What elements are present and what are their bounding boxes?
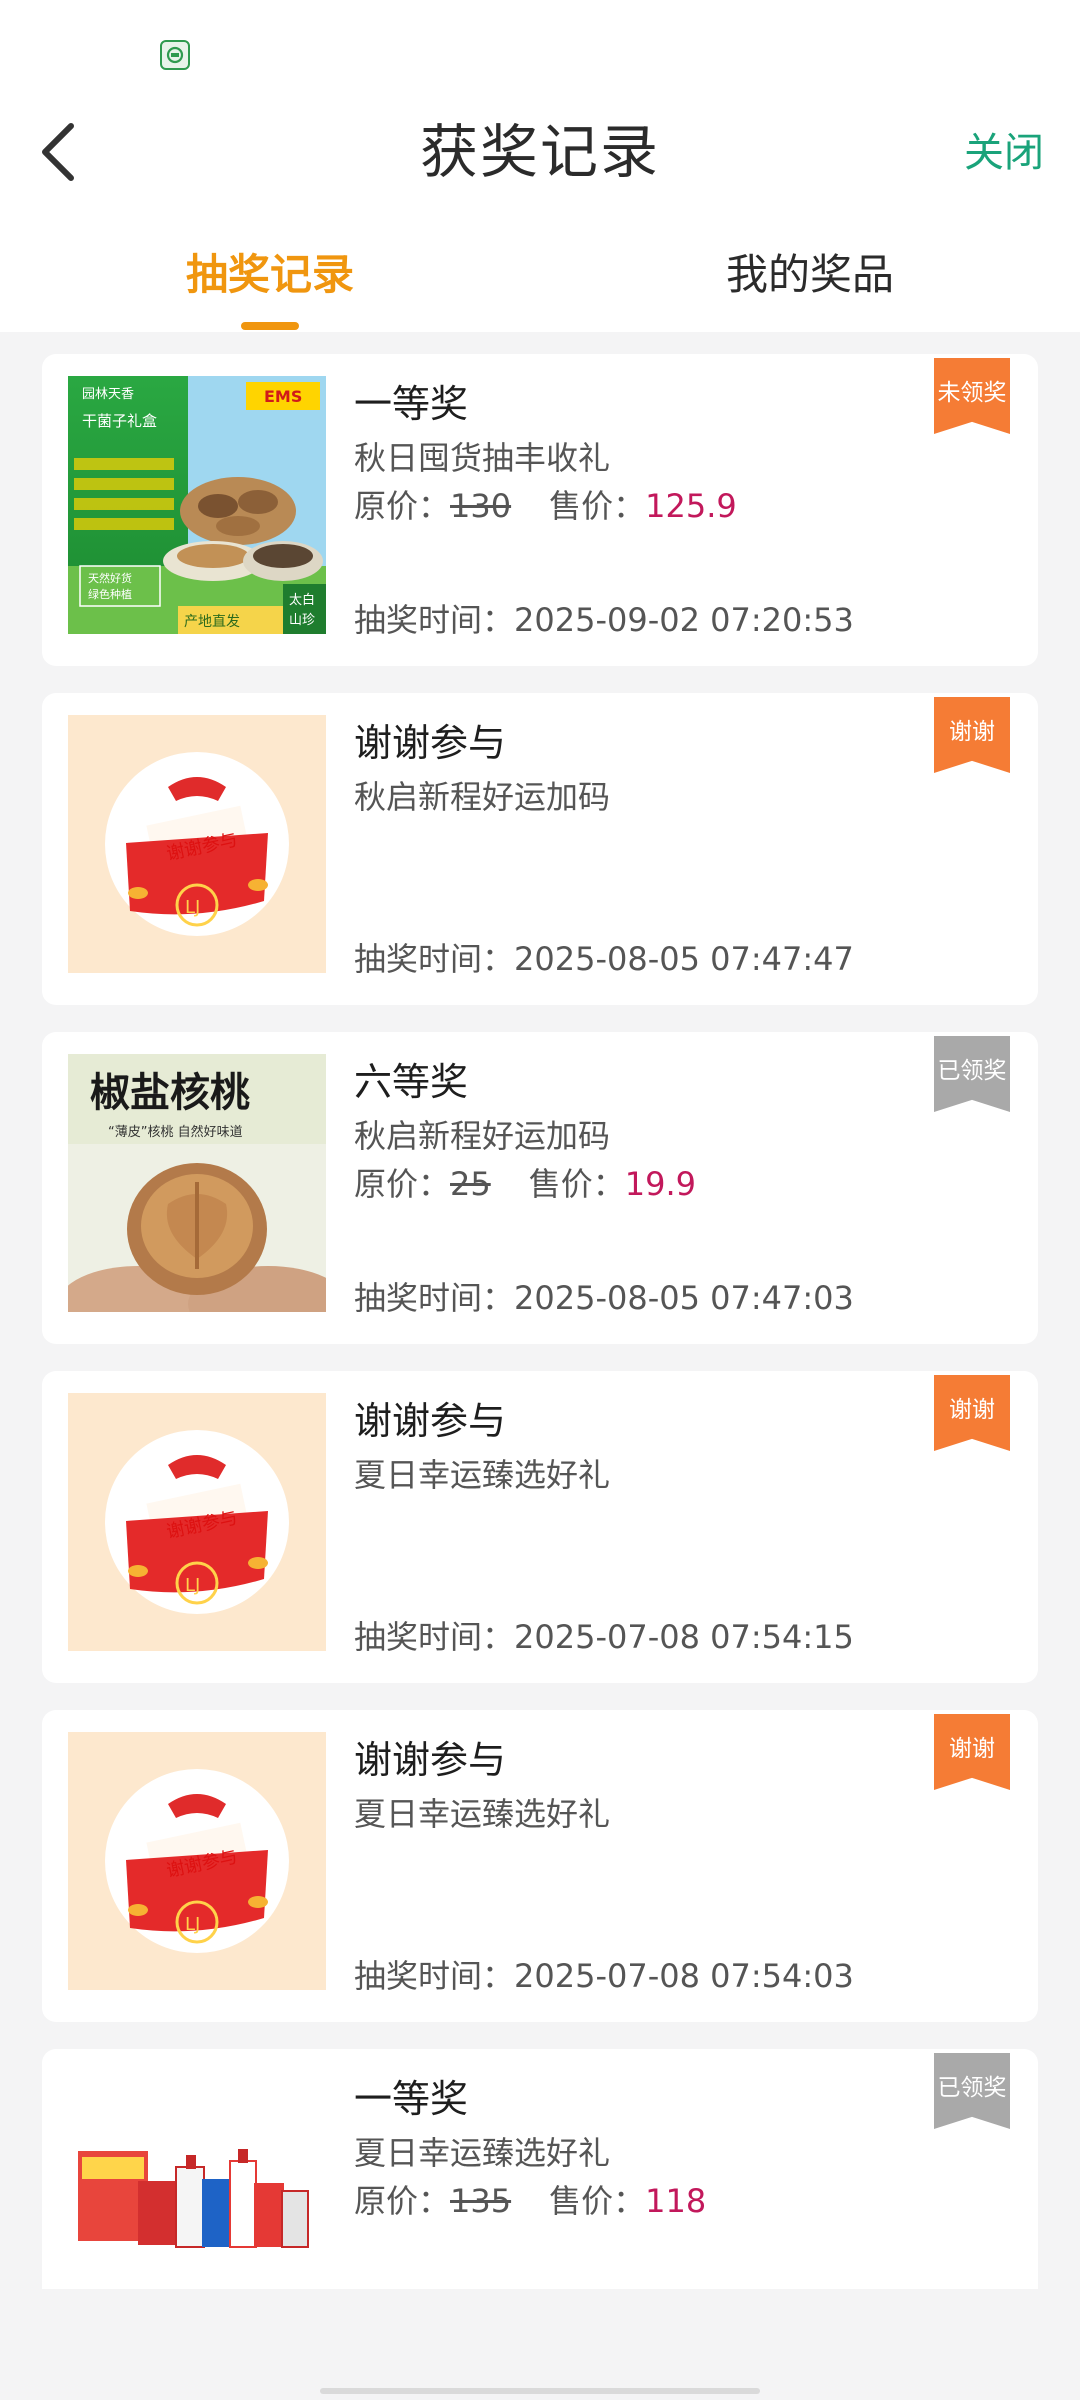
status-badge: 谢谢 xyxy=(934,1375,1010,1451)
activity-name: 秋启新程好运加码 xyxy=(354,1117,611,1155)
product-image-thanks-envelope: 谢谢参与 LJ xyxy=(68,715,326,973)
home-indicator[interactable] xyxy=(320,2388,760,2394)
draw-time: 抽奖时间：2025-09-02 07:20:53 xyxy=(354,598,854,642)
record-card[interactable]: 谢谢参与 LJ 谢谢参与 夏日幸运臻选好礼 抽奖时间：2025-07-08 07… xyxy=(42,1371,1038,1683)
svg-text:LJ: LJ xyxy=(185,1914,200,1935)
price-row: 原价：25 售价：19.9 xyxy=(354,1162,696,1206)
record-list[interactable]: 园林天香 干菌子礼盒 EMS 天然好货 绿色种植 产地直发 太白 山珍 一等奖 … xyxy=(42,354,1038,2316)
original-price-label: 原价： xyxy=(354,2182,451,2220)
close-button[interactable]: 关闭 xyxy=(964,118,1044,188)
status-badge: 已领奖 xyxy=(934,2053,1010,2129)
sale-price-label: 售价： xyxy=(549,487,646,525)
sale-price: 19.9 xyxy=(624,1165,696,1203)
svg-text:椒盐核桃: 椒盐核桃 xyxy=(90,1069,250,1116)
activity-name: 秋日囤货抽丰收礼 xyxy=(354,439,611,477)
activity-name: 夏日幸运臻选好礼 xyxy=(354,1795,611,1833)
record-card[interactable]: 椒盐核桃 “薄皮”核桃 自然好味道 六等奖 秋启新程好运加码 原价：25 售价：1… xyxy=(42,1032,1038,1344)
prize-name: 谢谢参与 xyxy=(354,721,507,765)
draw-time-value: 2025-09-02 07:20:53 xyxy=(514,601,854,639)
draw-time: 抽奖时间：2025-07-08 07:54:03 xyxy=(354,1954,854,1998)
top-bar: 获奖记录 关闭 抽奖记录 我的奖品 xyxy=(0,0,1080,332)
status-badge: 谢谢 xyxy=(934,697,1010,773)
record-card[interactable]: 谢谢参与 LJ 谢谢参与 夏日幸运臻选好礼 抽奖时间：2025-07-08 07… xyxy=(42,1710,1038,2022)
original-price-label: 原价： xyxy=(354,1165,451,1203)
app-notification-icon xyxy=(160,40,190,70)
status-badge: 谢谢 xyxy=(934,1714,1010,1790)
draw-time-label: 抽奖时间： xyxy=(354,1279,515,1317)
draw-time-label: 抽奖时间： xyxy=(354,1618,515,1656)
draw-time: 抽奖时间：2025-08-05 07:47:03 xyxy=(354,1276,854,1320)
record-card[interactable]: 园林天香 干菌子礼盒 EMS 天然好货 绿色种植 产地直发 太白 山珍 一等奖 … xyxy=(42,354,1038,666)
svg-text:天然好货: 天然好货 xyxy=(88,571,132,585)
page-title: 获奖记录 xyxy=(419,118,660,186)
prize-name: 一等奖 xyxy=(354,2077,469,2121)
prize-name: 谢谢参与 xyxy=(354,1399,507,1443)
svg-text:LJ: LJ xyxy=(185,897,200,918)
svg-text:山珍: 山珍 xyxy=(289,613,315,628)
svg-text:太白: 太白 xyxy=(289,592,315,608)
product-image-thanks-envelope: 谢谢参与 LJ xyxy=(68,1732,326,1990)
sale-price: 118 xyxy=(645,2182,707,2220)
activity-name: 夏日幸运臻选好礼 xyxy=(354,2134,611,2172)
bottom-safe-area xyxy=(0,2294,1080,2400)
draw-time: 抽奖时间：2025-07-08 07:54:15 xyxy=(354,1615,854,1659)
original-price: 25 xyxy=(450,1165,491,1203)
tab-my-prizes[interactable]: 我的奖品 xyxy=(660,240,960,310)
original-price-label: 原价： xyxy=(354,487,451,525)
draw-time-value: 2025-07-08 07:54:03 xyxy=(514,1957,854,1995)
svg-text:绿色种植: 绿色种植 xyxy=(88,587,132,601)
draw-time-value: 2025-08-05 07:47:03 xyxy=(514,1279,854,1317)
svg-text:“薄皮”核桃 自然好味道: “薄皮”核桃 自然好味道 xyxy=(108,1124,243,1140)
status-badge: 未领奖 xyxy=(934,358,1010,434)
draw-time-value: 2025-08-05 07:47:47 xyxy=(514,940,854,978)
back-button[interactable] xyxy=(22,112,92,192)
draw-time-label: 抽奖时间： xyxy=(354,1957,515,1995)
activity-name: 夏日幸运臻选好礼 xyxy=(354,1456,611,1494)
product-image-thanks-envelope: 谢谢参与 LJ xyxy=(68,1393,326,1651)
svg-text:EMS: EMS xyxy=(264,387,302,406)
prize-name: 谢谢参与 xyxy=(354,1738,507,1782)
product-image-cleaning-gift-set xyxy=(68,2071,326,2289)
sale-price-label: 售价： xyxy=(528,1165,625,1203)
svg-text:产地直发: 产地直发 xyxy=(184,613,240,630)
chevron-left-icon xyxy=(42,123,74,181)
price-row: 原价：130 售价：125.9 xyxy=(354,484,737,528)
prize-name: 六等奖 xyxy=(354,1060,469,1104)
draw-time-label: 抽奖时间： xyxy=(354,940,515,978)
status-badge: 已领奖 xyxy=(934,1036,1010,1112)
sale-price-label: 售价： xyxy=(549,2182,646,2220)
draw-time: 抽奖时间：2025-08-05 07:47:47 xyxy=(354,937,854,981)
price-row: 原价：135 售价：118 xyxy=(354,2179,706,2223)
tab-draw-records[interactable]: 抽奖记录 xyxy=(120,240,420,310)
svg-text:LJ: LJ xyxy=(185,1575,200,1596)
product-image-mushroom-gift-box: 园林天香 干菌子礼盒 EMS 天然好货 绿色种植 产地直发 太白 山珍 xyxy=(68,376,326,634)
activity-name: 秋启新程好运加码 xyxy=(354,778,611,816)
active-tab-indicator xyxy=(241,322,299,330)
product-image-walnut: 椒盐核桃 “薄皮”核桃 自然好味道 xyxy=(68,1054,326,1312)
prize-name: 一等奖 xyxy=(354,382,469,426)
draw-time-value: 2025-07-08 07:54:15 xyxy=(514,1618,854,1656)
draw-time-label: 抽奖时间： xyxy=(354,601,515,639)
original-price: 130 xyxy=(450,487,512,525)
original-price: 135 xyxy=(450,2182,512,2220)
record-card[interactable]: 谢谢参与 LJ 谢谢参与 秋启新程好运加码 抽奖时间：2025-08-05 07… xyxy=(42,693,1038,1005)
svg-text:干菌子礼盒: 干菌子礼盒 xyxy=(82,412,157,430)
sale-price: 125.9 xyxy=(645,487,737,525)
record-card[interactable]: 一等奖 夏日幸运臻选好礼 原价：135 售价：118 已领奖 xyxy=(42,2049,1038,2289)
svg-text:园林天香: 园林天香 xyxy=(82,387,134,402)
